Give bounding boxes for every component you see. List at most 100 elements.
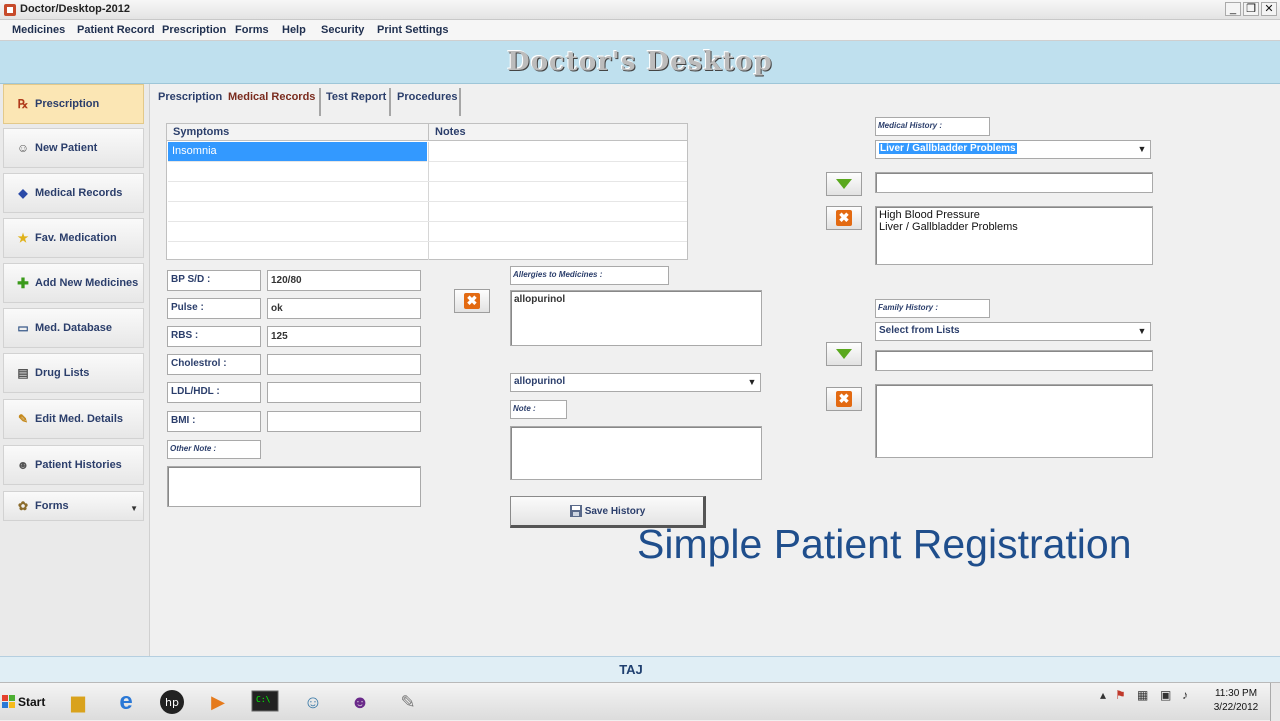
explorer-icon[interactable]: ▆ [60, 686, 96, 718]
menu-prescription[interactable]: Prescription [162, 24, 226, 36]
tray-arrow-icon[interactable]: ▴ [1100, 688, 1106, 702]
column-header-notes[interactable]: Notes [428, 124, 687, 141]
rbs-field[interactable]: 125 [267, 326, 421, 347]
sidebar-item-drug-lists[interactable]: ▤ Drug Lists [3, 353, 144, 393]
media-player-icon[interactable]: ▶ [200, 686, 236, 718]
delete-icon: ✖ [836, 210, 852, 226]
sidebar-item-label: Med. Database [35, 322, 113, 334]
bmi-label: BMI : [167, 411, 261, 432]
clock[interactable]: 11:30 PM 3/22/2012 [1205, 687, 1267, 715]
sidebar-item-medical-records[interactable]: ◆ Medical Records [3, 173, 144, 213]
network-icon[interactable]: ▦ [1137, 688, 1148, 702]
cholestrol-label: Cholestrol : [167, 354, 261, 375]
allergy-note-field[interactable] [510, 426, 762, 480]
svg-text:C:\: C:\ [256, 695, 271, 704]
show-desktop-button[interactable] [1270, 683, 1280, 721]
terminal-icon[interactable]: C:\ [247, 686, 283, 718]
ie-icon[interactable]: e [108, 686, 144, 718]
cholestrol-field[interactable] [267, 354, 421, 375]
medical-history-entry[interactable] [875, 172, 1153, 193]
menu-print-settings[interactable]: Print Settings [377, 24, 449, 36]
remove-family-history-button[interactable]: ✖ [826, 387, 862, 411]
family-history-label: Family History : [875, 299, 990, 318]
add-medical-history-button[interactable] [826, 172, 862, 196]
app-icon [3, 3, 17, 17]
close-button[interactable]: ✕ [1261, 2, 1277, 16]
remove-medical-history-button[interactable]: ✖ [826, 206, 862, 230]
symptoms-grid[interactable]: Symptoms Notes Insomnia [166, 123, 688, 260]
minimize-button[interactable]: _ [1225, 2, 1241, 16]
medical-history-label: Medical History : [875, 117, 990, 136]
bmi-field[interactable] [267, 411, 421, 432]
column-header-symptoms[interactable]: Symptoms [167, 124, 428, 141]
list-icon: ▤ [17, 366, 29, 380]
sidebar-item-label: Forms [35, 500, 69, 512]
messenger-icon[interactable]: ☻ [342, 686, 378, 718]
chevron-down-icon[interactable]: ▼ [1136, 143, 1148, 156]
family-history-select[interactable]: Select from Lists ▼ [875, 322, 1151, 341]
table-row[interactable] [168, 182, 687, 202]
menu-medicines[interactable]: Medicines [12, 24, 65, 36]
allergies-list[interactable]: allopurinol [510, 290, 762, 346]
pulse-label: Pulse : [167, 298, 261, 319]
menu-patient-record[interactable]: Patient Record [77, 24, 155, 36]
sidebar-item-forms[interactable]: ✿ Forms ▼ [3, 491, 144, 521]
flag-icon[interactable]: ⚑ [1115, 688, 1126, 702]
volume-icon[interactable]: ♪ [1182, 688, 1188, 702]
menu-forms[interactable]: Forms [235, 24, 269, 36]
restore-button[interactable]: ❐ [1243, 2, 1259, 16]
list-item[interactable]: High Blood Pressure [879, 209, 1152, 221]
tools-icon[interactable]: ✎ [390, 686, 426, 718]
start-button[interactable]: Start [2, 687, 46, 717]
clock-time: 11:30 PM [1214, 688, 1258, 699]
arrow-down-icon [836, 349, 852, 359]
remove-allergy-button[interactable]: ✖ [454, 289, 490, 313]
menu-help[interactable]: Help [282, 24, 306, 36]
sidebar-item-add-new-medicines[interactable]: ✚ Add New Medicines [3, 263, 144, 303]
tab-prescription[interactable]: Prescription [154, 88, 226, 114]
bp-field[interactable]: 120/80 [267, 270, 421, 291]
app-header-title: Doctor's Desktop [507, 47, 773, 77]
devices-icon[interactable]: ▣ [1160, 688, 1171, 702]
sidebar-item-edit-med-details[interactable]: ✎ Edit Med. Details [3, 399, 144, 439]
tab-test-report[interactable]: Test Report [322, 88, 390, 114]
chevron-down-icon[interactable]: ▼ [1136, 325, 1148, 338]
family-history-entry[interactable] [875, 350, 1153, 371]
tab-medical-records[interactable]: Medical Records [224, 88, 319, 114]
sidebar-item-patient-histories[interactable]: ☻ Patient Histories [3, 445, 144, 485]
table-row[interactable] [168, 162, 687, 182]
table-row[interactable] [168, 222, 687, 242]
users-icon[interactable]: ☺ [295, 686, 331, 718]
sidebar-item-fav-medication[interactable]: ★ Fav. Medication [3, 218, 144, 258]
hp-icon[interactable]: hp [154, 686, 190, 718]
tab-procedures[interactable]: Procedures [393, 88, 462, 114]
pulse-field[interactable]: ok [267, 298, 421, 319]
sidebar-item-prescription[interactable]: ℞ Prescription [3, 84, 144, 124]
menu-security[interactable]: Security [321, 24, 364, 36]
status-bar: TAJ [0, 656, 1280, 682]
video-caption: Simple Patient Registration [637, 521, 1132, 567]
title-bar: Doctor/Desktop-2012 _ ❐ ✕ [0, 0, 1280, 20]
rx-icon: ℞ [17, 97, 29, 111]
bp-label: BP S/D : [167, 270, 261, 291]
medical-history-list[interactable]: High Blood Pressure Liver / Gallbladder … [875, 206, 1153, 265]
chevron-down-icon: ▼ [130, 504, 138, 513]
table-row-symptom[interactable]: Insomnia [168, 142, 427, 162]
medical-history-select[interactable]: Liver / Gallbladder Problems ▼ [875, 140, 1151, 159]
add-family-history-button[interactable] [826, 342, 862, 366]
tab-divider [319, 88, 321, 116]
family-history-list[interactable] [875, 384, 1153, 458]
delete-icon: ✖ [836, 391, 852, 407]
ldl-hdl-field[interactable] [267, 382, 421, 403]
table-row-note[interactable] [429, 142, 687, 162]
list-item[interactable]: Liver / Gallbladder Problems [879, 221, 1152, 233]
sidebar-item-new-patient[interactable]: ☺ New Patient [3, 128, 144, 168]
start-label: Start [18, 695, 46, 709]
allergy-select[interactable]: allopurinol ▼ [510, 373, 761, 392]
table-row[interactable] [168, 202, 687, 222]
other-note-field[interactable] [167, 466, 421, 507]
sidebar-item-label: Edit Med. Details [35, 413, 124, 425]
menu-bar: Medicines Patient Record Prescription Fo… [0, 20, 1280, 41]
chevron-down-icon[interactable]: ▼ [746, 376, 758, 389]
sidebar-item-med-database[interactable]: ▭ Med. Database [3, 308, 144, 348]
